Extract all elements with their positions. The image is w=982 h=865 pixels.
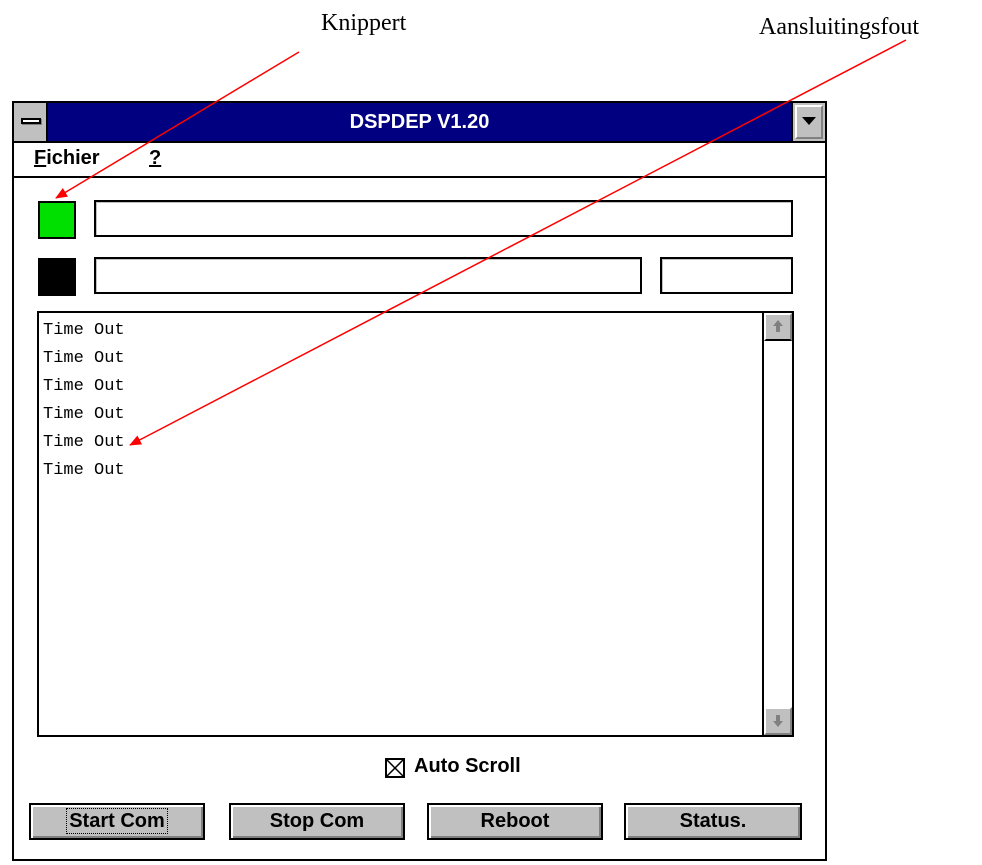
app-window: DSPDEP V1.20 Fichier ? Time Out Time Out T… — [12, 101, 827, 861]
menu-file-hotkey: F — [34, 147, 47, 169]
value-text-field — [660, 257, 793, 294]
log-line: Time Out — [43, 349, 125, 368]
menu-file-label: ichier — [46, 147, 100, 169]
log-line: Time Out — [43, 461, 125, 480]
log-line: Time Out — [43, 433, 125, 452]
minimize-button[interactable] — [791, 103, 825, 141]
log-line: Time Out — [43, 377, 125, 396]
start-com-label: Start Com — [66, 808, 168, 834]
vertical-scrollbar[interactable] — [762, 313, 792, 735]
annotation-blinks: Knippert — [321, 10, 407, 36]
status-text-field — [94, 200, 793, 237]
scroll-up-button[interactable] — [764, 313, 792, 341]
checkbox-check-icon — [387, 760, 403, 776]
scroll-down-button[interactable] — [764, 707, 792, 735]
annotation-connection-error: Aansluitingsfout — [759, 14, 919, 40]
window-title: DSPDEP V1.20 — [349, 111, 490, 133]
menu-help[interactable]: ? — [149, 147, 161, 170]
log-list[interactable]: Time Out Time Out Time Out Time Out Time Out… — [37, 311, 794, 737]
menu-bar: Fichier ? — [14, 143, 825, 178]
title-bar: DSPDEP V1.20 — [14, 103, 825, 143]
menu-help-label: ? — [149, 147, 162, 169]
auto-scroll-checkbox[interactable] — [385, 758, 405, 778]
reboot-button[interactable]: Reboot — [427, 803, 603, 840]
log-line: Time Out — [43, 321, 125, 340]
system-menu-button[interactable] — [14, 103, 48, 141]
menu-file[interactable]: Fichier — [34, 147, 100, 170]
log-lines: Time Out Time Out Time Out Time Out Time Out… — [43, 317, 125, 485]
log-line: Time Out — [43, 405, 125, 424]
start-com-button[interactable]: Start Com — [29, 803, 205, 840]
status-button[interactable]: Status. — [624, 803, 802, 840]
system-menu-icon — [21, 118, 41, 124]
arrow-down-icon — [773, 721, 783, 727]
auto-scroll-label: Auto Scroll — [414, 755, 521, 777]
stop-com-button[interactable]: Stop Com — [229, 803, 405, 840]
status-indicator-off — [38, 258, 76, 296]
minimize-arrow-icon — [802, 117, 816, 125]
info-text-field — [94, 257, 642, 294]
status-indicator-blinking — [38, 201, 76, 239]
